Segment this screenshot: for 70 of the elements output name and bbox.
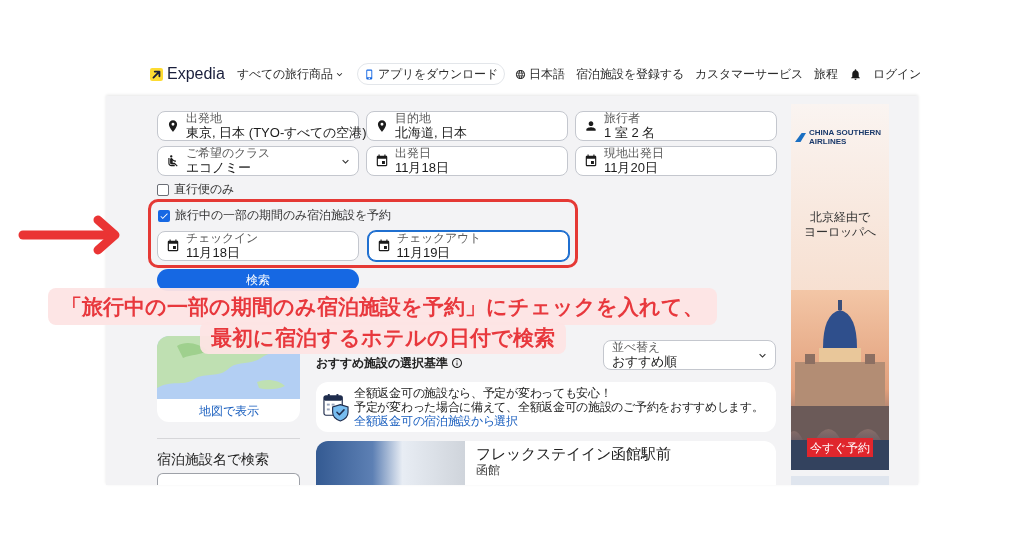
- seat-icon: [166, 154, 180, 168]
- section-title: 宿泊施設名で検索: [157, 450, 270, 468]
- annotation-text: 「旅行中の一部の期間のみ宿泊施設を予約」にチェックを入れて、: [48, 288, 717, 325]
- field-value: 東京, 日本 (TYO-すべての空港): [186, 125, 367, 140]
- language-button[interactable]: 日本語: [514, 67, 565, 81]
- annotation-text: 最初に宿泊するホテルの日付で検索: [200, 322, 566, 354]
- field-value: エコノミー: [186, 160, 251, 175]
- calendar-icon: [375, 154, 389, 168]
- field-value: 11月19日: [396, 245, 451, 260]
- calendar-shield-icon: [323, 392, 349, 422]
- search-field[interactable]: [157, 473, 300, 485]
- field-label: 並べ替え: [612, 341, 660, 354]
- location-pin-icon: [375, 119, 389, 133]
- checkbox[interactable]: [158, 209, 170, 222]
- nav-link[interactable]: 旅程: [813, 67, 838, 81]
- person-icon: [584, 119, 598, 133]
- info-text: 予定が変わった場合に備えて、全額返金可の施設のご予約をおすすめします。: [354, 399, 764, 414]
- cabin-class-select[interactable]: ご希望のクラス エコノミー: [157, 146, 359, 176]
- field-label: 目的地: [395, 112, 431, 125]
- criteria-text: おすすめ施設の選択基準: [316, 356, 448, 370]
- field-label: 出発日: [395, 147, 431, 160]
- checkbox-label: 旅行中の一部の期間のみ宿泊施設を予約: [175, 209, 391, 222]
- calendar-icon: [584, 154, 598, 168]
- field-label: 現地出発日: [604, 147, 664, 160]
- logo-text[interactable]: Expedia: [167, 65, 225, 83]
- app-download-button[interactable]: アプリをダウンロード: [356, 63, 505, 85]
- field-value: 11月18日: [186, 245, 240, 260]
- logo-arrow-icon: [150, 67, 163, 81]
- hotel-location: 函館: [476, 463, 501, 477]
- ad-banner[interactable]: CHINA SOUTHERN AIRLINES 北京経由で ヨーロッパへ 今すぐ予約: [791, 104, 889, 470]
- location-field[interactable]: 目的地 北海道, 日本: [366, 111, 568, 141]
- field-label: チェックアウト: [396, 232, 481, 245]
- field-label: チェックイン: [186, 232, 258, 245]
- date-field[interactable]: チェックイン 11月18日: [157, 231, 359, 261]
- nav-link[interactable]: 宿泊施設を登録する: [575, 67, 684, 81]
- checkbox-label: 直行便のみ: [174, 183, 234, 196]
- airline-logo-text: CHINA SOUTHERN AIRLINES: [809, 128, 883, 146]
- all-products-menu[interactable]: すべての旅行商品: [236, 67, 345, 81]
- sort-select[interactable]: 並べ替え おすすめ順: [603, 340, 776, 370]
- bell-icon[interactable]: [848, 67, 862, 81]
- login-link[interactable]: ログイン: [872, 67, 921, 81]
- field-value: 北海道, 日本: [395, 125, 468, 140]
- nav-link[interactable]: カスタマーサービス: [694, 67, 803, 81]
- info-title: 全額返金可の施設なら、予定が変わっても安心！: [354, 385, 612, 400]
- location-pin-icon: [166, 119, 180, 133]
- calendar-icon: [376, 239, 391, 253]
- checkbox[interactable]: [157, 183, 169, 196]
- field-label: 旅行者: [604, 112, 640, 125]
- ad-headline: 北京経由で ヨーロッパへ: [804, 210, 876, 240]
- show-map-link[interactable]: 地図で表示: [198, 403, 259, 418]
- field-value: 1 室 2 名: [604, 125, 656, 140]
- field-label: ご希望のクラス: [186, 147, 270, 160]
- travelers-field[interactable]: 旅行者 1 室 2 名: [575, 111, 777, 141]
- tail-fin-icon: [795, 132, 806, 142]
- hotel-card[interactable]: フレックステイイン函館駅前 函館: [316, 441, 776, 485]
- phone-icon: [363, 68, 375, 80]
- calendar-icon: [166, 239, 180, 253]
- book-now-button[interactable]: 今すぐ予約: [807, 438, 873, 457]
- refundable-link[interactable]: 全額返金可の宿泊施設から選択: [354, 413, 518, 429]
- field-value: 11月18日: [395, 160, 449, 175]
- date-field[interactable]: チェックアウト 11月19日: [367, 231, 569, 261]
- globe-icon: [514, 68, 526, 80]
- search-button[interactable]: 検索: [157, 269, 359, 291]
- date-field[interactable]: 出発日 11月18日: [366, 146, 568, 176]
- field-label: 出発地: [186, 112, 222, 125]
- field-value: おすすめ順: [612, 354, 677, 369]
- field-value: 11月20日: [604, 160, 658, 175]
- info-icon[interactable]: [451, 357, 463, 369]
- hotel-name[interactable]: フレックステイイン函館駅前: [476, 445, 671, 463]
- date-field[interactable]: 現地出発日 11月20日: [575, 146, 777, 176]
